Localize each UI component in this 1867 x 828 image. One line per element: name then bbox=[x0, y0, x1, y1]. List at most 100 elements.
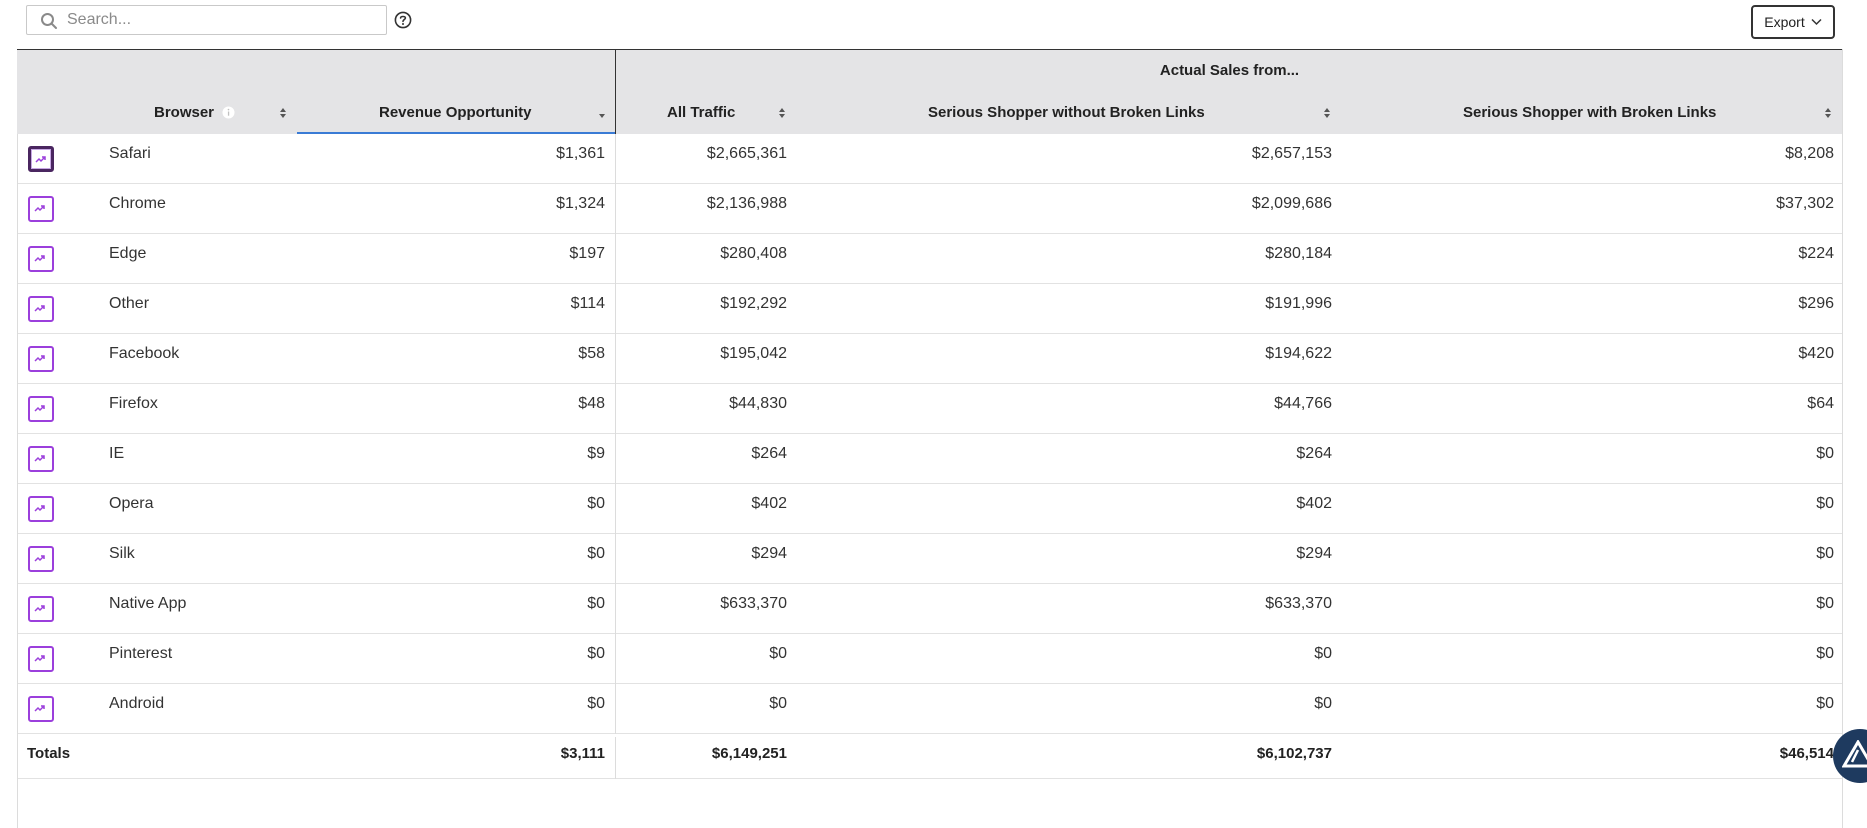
browser-name: Facebook bbox=[109, 345, 180, 362]
table-border-right bbox=[1842, 49, 1843, 828]
all-traffic-value: $2,665,361 bbox=[706, 145, 787, 162]
toolbar: Export bbox=[0, 0, 1867, 42]
trend-chart-button[interactable] bbox=[28, 496, 54, 522]
ss-with-broken-links-value: $0 bbox=[1816, 495, 1834, 512]
search-box[interactable] bbox=[26, 5, 387, 35]
ss-without-broken-links-value: $2,099,686 bbox=[1251, 195, 1332, 212]
column-header-ss-with-broken-links[interactable]: Serious Shopper with Broken Links bbox=[1463, 91, 1716, 134]
totals-revenue-opportunity: $3,111 bbox=[560, 745, 605, 762]
ss-without-broken-links-value: $0 bbox=[1314, 695, 1332, 712]
all-traffic-value: $2,136,988 bbox=[706, 195, 787, 212]
search-icon bbox=[41, 13, 57, 29]
ss-without-broken-links-value: $402 bbox=[1296, 495, 1332, 512]
all-traffic-value: $0 bbox=[769, 695, 787, 712]
trend-up-icon bbox=[34, 705, 45, 712]
column-header-all-traffic[interactable]: All Traffic bbox=[667, 91, 735, 134]
revenue-opportunity-value: $114 bbox=[570, 295, 605, 312]
ss-with-broken-links-value: $37,302 bbox=[1776, 195, 1834, 212]
cell-divider bbox=[615, 484, 616, 534]
brand-logo-icon bbox=[1842, 740, 1867, 768]
all-traffic-value: $195,042 bbox=[720, 345, 787, 362]
table-row: Other $114 $192,292 $191,996 $296 bbox=[17, 284, 1843, 334]
all-traffic-value: $264 bbox=[751, 445, 787, 462]
table-row: Chrome $1,324 $2,136,988 $2,099,686 $37,… bbox=[17, 184, 1843, 234]
trend-chart-button[interactable] bbox=[28, 196, 54, 222]
revenue-opportunity-value: $1,361 bbox=[556, 145, 605, 162]
group-header-row: Actual Sales from... bbox=[17, 49, 1843, 92]
ss-with-broken-links-value: $296 bbox=[1798, 295, 1834, 312]
trend-chart-button[interactable] bbox=[28, 396, 54, 422]
help-icon[interactable] bbox=[394, 11, 412, 29]
trend-chart-button[interactable] bbox=[28, 246, 54, 272]
ss-without-broken-links-value: $280,184 bbox=[1265, 245, 1332, 262]
column-header-browser[interactable]: Browser bbox=[154, 91, 214, 134]
totals-row: Totals $3,111 $6,149,251 $6,102,737 $46,… bbox=[17, 737, 1843, 779]
header-divider bbox=[615, 49, 616, 134]
trend-chart-button[interactable] bbox=[28, 146, 54, 172]
trend-up-icon bbox=[35, 156, 46, 163]
revenue-opportunity-value: $9 bbox=[587, 445, 605, 462]
totals-ss-with-broken-links: $46,514 bbox=[1779, 745, 1834, 762]
ss-with-broken-links-value: $0 bbox=[1816, 595, 1834, 612]
sort-icon[interactable] bbox=[1824, 106, 1832, 120]
revenue-opportunity-value: $0 bbox=[587, 545, 605, 562]
ss-with-broken-links-value: $8,208 bbox=[1785, 145, 1834, 162]
cell-divider bbox=[615, 234, 616, 284]
all-traffic-value: $0 bbox=[769, 645, 787, 662]
ss-with-broken-links-value: $0 bbox=[1816, 445, 1834, 462]
export-label: Export bbox=[1764, 14, 1805, 30]
ss-with-broken-links-value: $420 bbox=[1798, 345, 1834, 362]
table-row: Facebook $58 $195,042 $194,622 $420 bbox=[17, 334, 1843, 384]
ss-with-broken-links-value: $0 bbox=[1816, 695, 1834, 712]
cell-divider bbox=[615, 684, 616, 734]
trend-chart-button[interactable] bbox=[28, 646, 54, 672]
table-row: Pinterest $0 $0 $0 $0 bbox=[17, 634, 1843, 684]
ss-without-broken-links-value: $44,766 bbox=[1274, 395, 1332, 412]
browser-name: Silk bbox=[109, 545, 135, 562]
search-input[interactable] bbox=[67, 9, 377, 31]
export-button[interactable]: Export bbox=[1751, 5, 1835, 39]
sort-icon[interactable] bbox=[279, 106, 287, 120]
totals-label: Totals bbox=[27, 745, 71, 762]
trend-up-icon bbox=[34, 605, 45, 612]
ss-without-broken-links-value: $264 bbox=[1296, 445, 1332, 462]
cell-divider bbox=[615, 284, 616, 334]
trend-chart-button[interactable] bbox=[28, 696, 54, 722]
ss-without-broken-links-value: $191,996 bbox=[1265, 295, 1332, 312]
trend-up-icon bbox=[34, 405, 45, 412]
trend-up-icon bbox=[34, 505, 45, 512]
revenue-opportunity-value: $0 bbox=[587, 695, 605, 712]
cell-divider bbox=[615, 334, 616, 384]
trend-chart-button[interactable] bbox=[28, 446, 54, 472]
sort-icon[interactable] bbox=[1323, 106, 1331, 120]
trend-chart-button[interactable] bbox=[28, 546, 54, 572]
trend-up-icon bbox=[34, 305, 45, 312]
cell-divider bbox=[615, 584, 616, 634]
table-row: Firefox $48 $44,830 $44,766 $64 bbox=[17, 384, 1843, 434]
column-header-ss-without-broken-links[interactable]: Serious Shopper without Broken Links bbox=[928, 91, 1205, 134]
browser-name: Opera bbox=[109, 495, 154, 512]
cell-divider bbox=[615, 634, 616, 684]
sort-desc-icon[interactable] bbox=[598, 106, 606, 120]
cell-divider bbox=[615, 384, 616, 434]
revenue-opportunity-value: $0 bbox=[587, 645, 605, 662]
ss-with-broken-links-value: $64 bbox=[1807, 395, 1834, 412]
revenue-opportunity-value: $58 bbox=[578, 345, 605, 362]
trend-chart-button[interactable] bbox=[28, 596, 54, 622]
info-icon[interactable] bbox=[222, 106, 235, 119]
browser-name: Native App bbox=[109, 595, 187, 612]
sort-icon[interactable] bbox=[778, 106, 786, 120]
group-header-actual-sales: Actual Sales from... bbox=[1159, 62, 1300, 79]
all-traffic-value: $280,408 bbox=[720, 245, 787, 262]
ss-without-broken-links-value: $294 bbox=[1296, 545, 1332, 562]
revenue-opportunity-value: $197 bbox=[569, 245, 605, 262]
totals-all-traffic: $6,149,251 bbox=[711, 745, 787, 762]
browser-name: Other bbox=[109, 295, 150, 312]
browser-name: IE bbox=[109, 445, 125, 462]
chevron-down-icon bbox=[1811, 18, 1822, 26]
browser-name: Edge bbox=[109, 245, 147, 262]
column-header-revenue-opportunity[interactable]: Revenue Opportunity bbox=[379, 91, 532, 134]
trend-chart-button[interactable] bbox=[28, 296, 54, 322]
cell-divider bbox=[615, 534, 616, 584]
trend-chart-button[interactable] bbox=[28, 346, 54, 372]
